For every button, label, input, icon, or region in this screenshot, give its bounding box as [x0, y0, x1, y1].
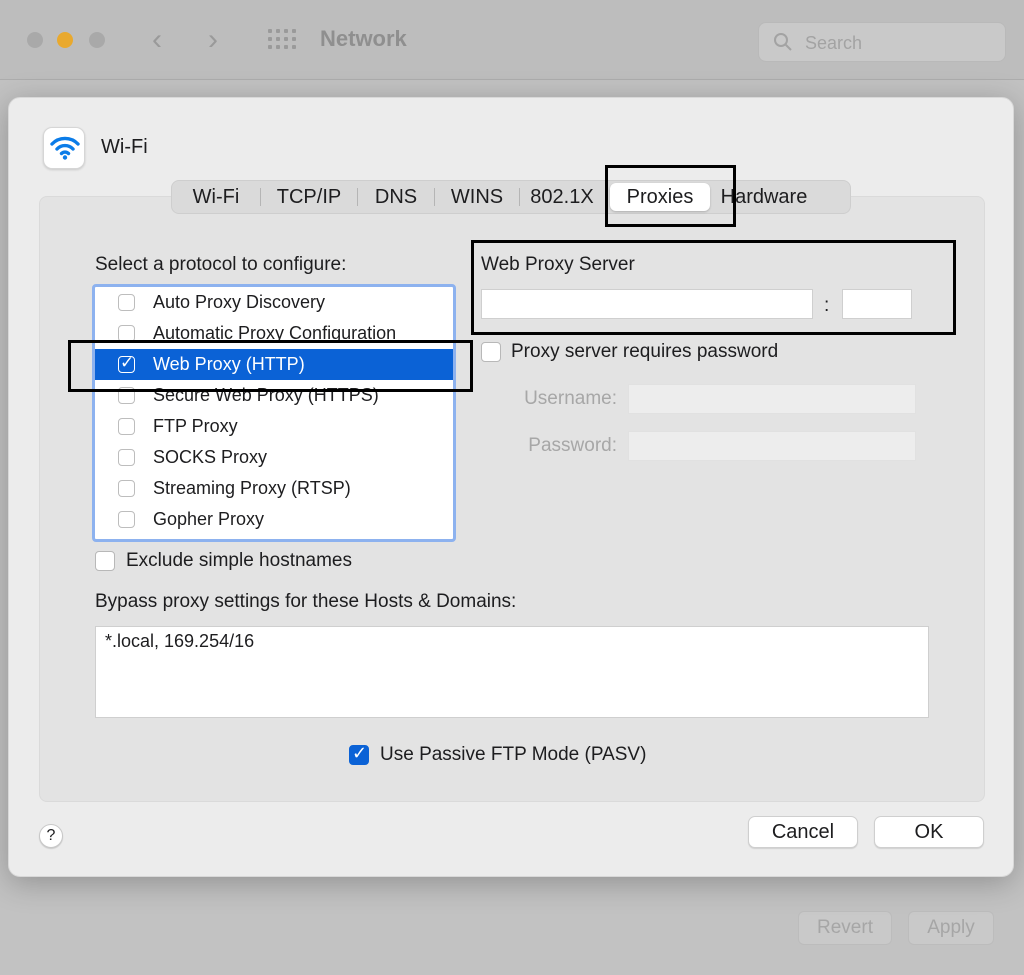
protocol-checkbox[interactable]: ✓ — [118, 353, 135, 373]
checkmark-icon: ✓ — [352, 743, 368, 763]
protocol-label: Auto Proxy Discovery — [153, 292, 326, 312]
protocol-label: Web Proxy (HTTP) — [153, 354, 305, 374]
protocol-checkbox[interactable] — [118, 387, 135, 404]
protocol-list-label: Select a protocol to configure: — [95, 254, 347, 275]
protocol-list[interactable]: Auto Proxy Discovery Automatic Proxy Con… — [92, 284, 456, 542]
protocol-item-socks-proxy[interactable]: SOCKS Proxy — [95, 442, 453, 473]
protocol-label: SOCKS Proxy — [153, 447, 268, 467]
protocol-checkbox[interactable] — [118, 418, 135, 435]
cancel-button[interactable]: Cancel — [748, 816, 858, 848]
show-all-grid-icon[interactable] — [268, 29, 296, 51]
window-title: Network — [320, 26, 407, 51]
search-placeholder: Search — [805, 33, 863, 53]
back-arrow-icon[interactable]: ‹ — [152, 22, 162, 58]
protocol-item-gopher-proxy[interactable]: Gopher Proxy — [95, 504, 453, 535]
protocol-item-web-proxy-http[interactable]: ✓ Web Proxy (HTTP) — [95, 349, 453, 380]
bypass-proxy-label: Bypass proxy settings for these Hosts & … — [95, 591, 517, 612]
proxy-port-field[interactable] — [842, 289, 912, 319]
protocol-label: Secure Web Proxy (HTTPS) — [153, 385, 379, 405]
protocol-item-automatic-proxy-configuration[interactable]: Automatic Proxy Configuration — [95, 318, 453, 349]
ok-button[interactable]: OK — [874, 816, 984, 848]
password-label: Password: — [528, 435, 617, 456]
tab-wins[interactable]: WINS — [435, 183, 519, 211]
exclude-simple-hostnames-checkbox[interactable] — [95, 551, 115, 571]
protocol-item-auto-proxy-discovery[interactable]: Auto Proxy Discovery — [95, 287, 453, 318]
protocol-item-ftp-proxy[interactable]: FTP Proxy — [95, 411, 453, 442]
username-field[interactable] — [628, 384, 916, 414]
username-label: Username: — [524, 388, 617, 409]
window-toolbar: ‹ › Network Search — [0, 0, 1024, 80]
protocol-checkbox[interactable] — [118, 511, 135, 528]
protocol-label: Streaming Proxy (RTSP) — [153, 478, 351, 498]
protocol-label: Automatic Proxy Configuration — [153, 323, 397, 343]
search-field[interactable]: Search — [758, 22, 1006, 62]
minimize-window-button[interactable] — [57, 32, 73, 48]
tab-dns[interactable]: DNS — [358, 183, 434, 211]
protocol-item-streaming-proxy-rtsp[interactable]: Streaming Proxy (RTSP) — [95, 473, 453, 504]
tab-tcpip[interactable]: TCP/IP — [261, 183, 357, 211]
search-icon — [774, 33, 792, 51]
sheet-title: Wi-Fi — [101, 136, 148, 158]
apply-button[interactable]: Apply — [908, 911, 994, 945]
proxy-host-field[interactable] — [481, 289, 813, 319]
zoom-window-button[interactable] — [89, 32, 105, 48]
exclude-simple-hostnames-label: Exclude simple hostnames — [126, 550, 352, 571]
requires-password-label: Proxy server requires password — [511, 341, 779, 362]
protocol-checkbox[interactable] — [118, 449, 135, 466]
protocol-label: FTP Proxy — [153, 416, 238, 436]
protocol-item-secure-web-proxy-https[interactable]: Secure Web Proxy (HTTPS) — [95, 380, 453, 411]
wifi-settings-sheet: Wi-Fi Wi-Fi TCP/IP DNS WINS 802.1X Proxi… — [8, 97, 1014, 877]
protocol-checkbox[interactable] — [118, 325, 135, 342]
password-field[interactable] — [628, 431, 916, 461]
tab-wifi[interactable]: Wi-Fi — [172, 183, 260, 211]
revert-button[interactable]: Revert — [798, 911, 892, 945]
protocol-label: Gopher Proxy — [153, 509, 265, 529]
tab-hardware[interactable]: Hardware — [716, 183, 812, 211]
tab-8021x[interactable]: 802.1X — [520, 183, 604, 211]
settings-tab-bar: Wi-Fi TCP/IP DNS WINS 802.1X Proxies Har… — [171, 180, 851, 214]
close-window-button[interactable] — [27, 32, 43, 48]
host-port-separator: : — [824, 295, 830, 316]
bypass-hosts-textarea[interactable]: *.local, 169.254/16 — [95, 626, 929, 718]
wifi-icon — [43, 127, 85, 169]
web-proxy-server-label: Web Proxy Server — [481, 254, 635, 275]
passive-ftp-checkbox[interactable]: ✓ — [349, 743, 369, 765]
checkmark-icon: ✓ — [120, 353, 135, 372]
tab-proxies[interactable]: Proxies — [610, 183, 710, 211]
passive-ftp-label: Use Passive FTP Mode (PASV) — [380, 744, 647, 765]
protocol-checkbox[interactable] — [118, 294, 135, 311]
help-button[interactable]: ? — [39, 824, 63, 848]
protocol-checkbox[interactable] — [118, 480, 135, 497]
forward-arrow-icon[interactable]: › — [208, 22, 218, 58]
requires-password-checkbox[interactable] — [481, 342, 501, 362]
